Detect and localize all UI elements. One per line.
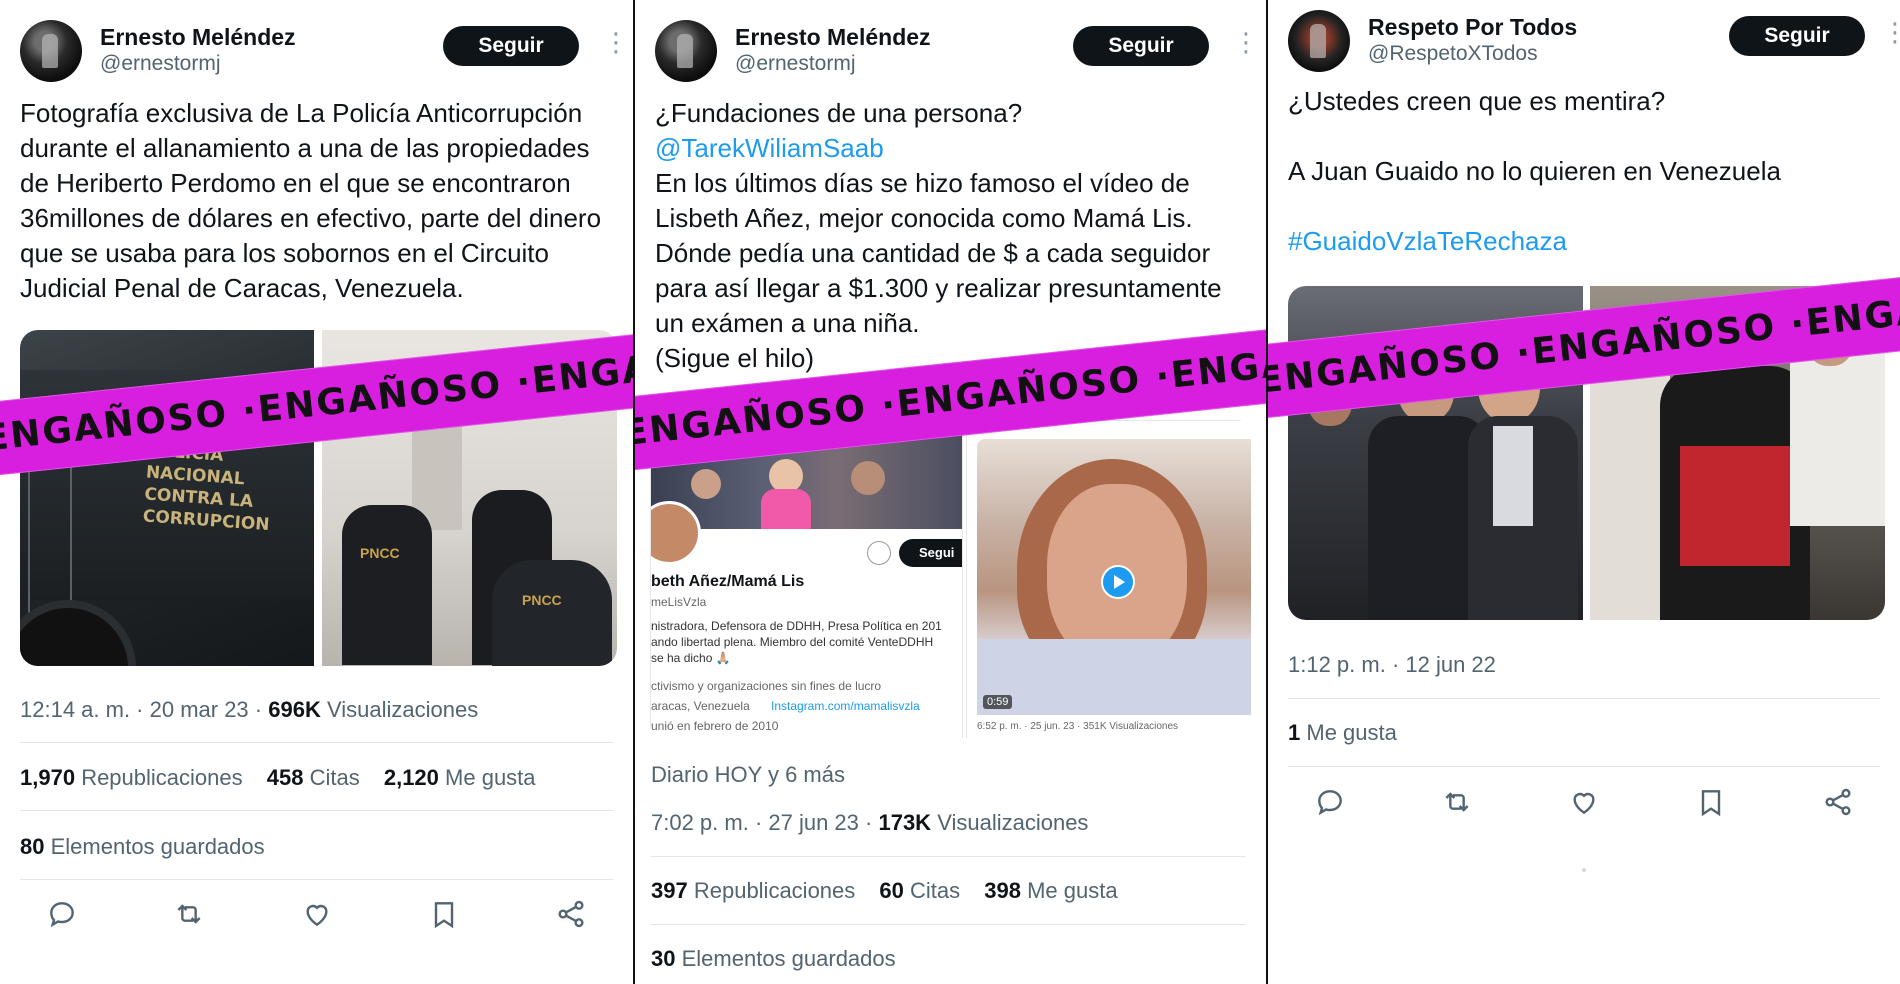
engagement-stats: 397 Republicaciones 60 Citas 398 Me gust…	[651, 878, 1136, 904]
notifications-icon[interactable]	[867, 541, 891, 565]
social-context[interactable]: Diario HOY y 6 más	[651, 762, 845, 788]
divider	[20, 879, 613, 880]
action-bar	[1288, 786, 1880, 826]
divider	[20, 742, 613, 743]
embed-handle: meLisVzla	[651, 595, 707, 609]
embed-follow-button[interactable]: Segui	[899, 539, 962, 567]
embed-category: ctivismo y organizaciones sin fines de l…	[651, 679, 882, 693]
follow-button[interactable]: Seguir	[443, 26, 579, 66]
more-options-icon[interactable]: ⋮	[1233, 29, 1259, 62]
divider	[651, 856, 1246, 857]
tweet-panel-3: Respeto Por Todos @RespetoXTodos Seguir …	[1268, 0, 1900, 984]
tweet-text: Fotografía exclusiva de La Policía Antic…	[20, 98, 602, 303]
author-name[interactable]: Respeto Por Todos	[1368, 14, 1577, 41]
more-options-icon[interactable]: ⋮	[1882, 19, 1900, 52]
photo-caption: PNCC	[360, 545, 400, 561]
bookmarks-stat[interactable]: 80 Elementos guardados	[20, 834, 265, 860]
author-handle[interactable]: @ernestormj	[100, 52, 221, 76]
divider	[1288, 698, 1880, 699]
repost-icon[interactable]	[1441, 786, 1473, 818]
reposts-stat[interactable]: 1,970 Republicaciones	[20, 765, 243, 790]
tweet-header: Ernesto Meléndez @ernestormj Seguir ⋮	[655, 20, 1259, 90]
author-name[interactable]: Ernesto Meléndez	[100, 24, 296, 51]
engagement-stats: 1,970 Republicaciones 458 Citas 2,120 Me…	[20, 765, 554, 791]
reply-icon[interactable]	[46, 898, 78, 930]
like-icon[interactable]	[1568, 786, 1600, 818]
like-icon[interactable]	[301, 898, 333, 930]
tweet-media[interactable]: Segui beth Añez/Mamá Lis meLisVzla nistr…	[650, 420, 1251, 738]
share-icon[interactable]	[555, 898, 587, 930]
views-count: 173K	[878, 810, 932, 835]
tweet-timestamp[interactable]: 7:02 p. m. · 27 jun 23 ·	[651, 810, 872, 835]
video-thumbnail[interactable]: 0:59	[977, 439, 1251, 715]
repost-icon[interactable]	[173, 898, 205, 930]
embed-joined: unió en febrero de 2010	[651, 719, 779, 733]
reposts-stat[interactable]: 397 Republicaciones	[651, 878, 855, 903]
views-label: Visualizaciones	[937, 810, 1089, 835]
tweet-panel-2: Ernesto Meléndez @ernestormj Seguir ⋮ ¿F…	[635, 0, 1266, 984]
views-label: Visualizaciones	[326, 697, 479, 722]
embed-bio: nistradora, Defensora de DDHH, Presa Pol…	[651, 619, 942, 633]
tweet-header: Respeto Por Todos @RespetoXTodos Seguir …	[1288, 10, 1900, 80]
more-options-icon[interactable]: ⋮	[603, 29, 629, 62]
embed-name: beth Añez/Mamá Lis	[651, 573, 805, 590]
embed-video-meta: 6:52 p. m. · 25 jun. 23 · 351K Visualiza…	[977, 721, 1179, 732]
follow-button[interactable]: Seguir	[1729, 16, 1865, 56]
quotes-stat[interactable]: 458 Citas	[267, 765, 360, 790]
embed-bio: ando libertad plena. Miembro del comité …	[651, 635, 934, 649]
reply-icon[interactable]	[1314, 786, 1346, 818]
play-icon[interactable]	[1101, 565, 1135, 599]
divider	[651, 924, 1246, 925]
tweet-panel-1: Ernesto Meléndez @ernestormj Seguir ⋮ Fo…	[0, 0, 633, 984]
quotes-stat[interactable]: 60 Citas	[879, 878, 960, 903]
avatar[interactable]	[20, 20, 82, 82]
embed-location: aracas, Venezuela	[651, 699, 750, 713]
likes-stat[interactable]: 2,120 Me gusta	[384, 765, 536, 790]
tweet-meta: 12:14 a. m. · 20 mar 23 · 696K Visualiza…	[20, 697, 478, 723]
tweet-text: ¿Fundaciones de una persona? @TarekWilia…	[655, 96, 1250, 376]
author-handle[interactable]: @ernestormj	[735, 52, 856, 76]
mention-link[interactable]: @TarekWiliamSaab	[655, 131, 1250, 166]
tweet-timestamp[interactable]: 1:12 p. m. · 12 jun 22	[1288, 652, 1496, 678]
likes-stat[interactable]: 1 Me gusta	[1288, 720, 1397, 746]
photo-caption: PNCC	[522, 592, 562, 608]
tweet-header: Ernesto Meléndez @ernestormj Seguir ⋮	[20, 20, 629, 90]
author-handle[interactable]: @RespetoXTodos	[1368, 42, 1538, 66]
share-icon[interactable]	[1822, 786, 1854, 818]
embed-bio: se ha dicho 🙏🏼	[651, 651, 731, 665]
avatar[interactable]	[655, 20, 717, 82]
video-duration: 0:59	[983, 695, 1013, 709]
action-bar	[20, 898, 613, 938]
likes-stat[interactable]: 398 Me gusta	[984, 878, 1117, 903]
views-count: 696K	[268, 697, 321, 722]
tweet-timestamp[interactable]: 12:14 a. m. · 20 mar 23 ·	[20, 697, 262, 722]
divider	[20, 810, 613, 811]
embed-website-link[interactable]: Instagram.com/mamalisvzla	[771, 699, 920, 713]
avatar[interactable]	[1288, 10, 1350, 72]
loading-dot	[1582, 868, 1586, 872]
bookmarks-stat[interactable]: 30 Elementos guardados	[651, 946, 896, 972]
bookmark-icon[interactable]	[428, 898, 460, 930]
embedded-video-tweet[interactable]: 0:59 6:52 p. m. · 25 jun. 23 · 351K Visu…	[966, 420, 1251, 738]
tweet-text: ¿Ustedes creen que es mentira? A Juan Gu…	[1288, 84, 1884, 259]
divider	[1288, 766, 1880, 767]
tweet-meta: 7:02 p. m. · 27 jun 23 · 173K Visualizac…	[651, 810, 1088, 836]
bookmark-icon[interactable]	[1695, 786, 1727, 818]
author-name[interactable]: Ernesto Meléndez	[735, 24, 931, 51]
hashtag-link[interactable]: #GuaidoVzlaTeRechaza	[1288, 224, 1884, 259]
follow-button[interactable]: Seguir	[1073, 26, 1209, 66]
embedded-profile-card[interactable]: Segui beth Añez/Mamá Lis meLisVzla nistr…	[650, 420, 963, 738]
